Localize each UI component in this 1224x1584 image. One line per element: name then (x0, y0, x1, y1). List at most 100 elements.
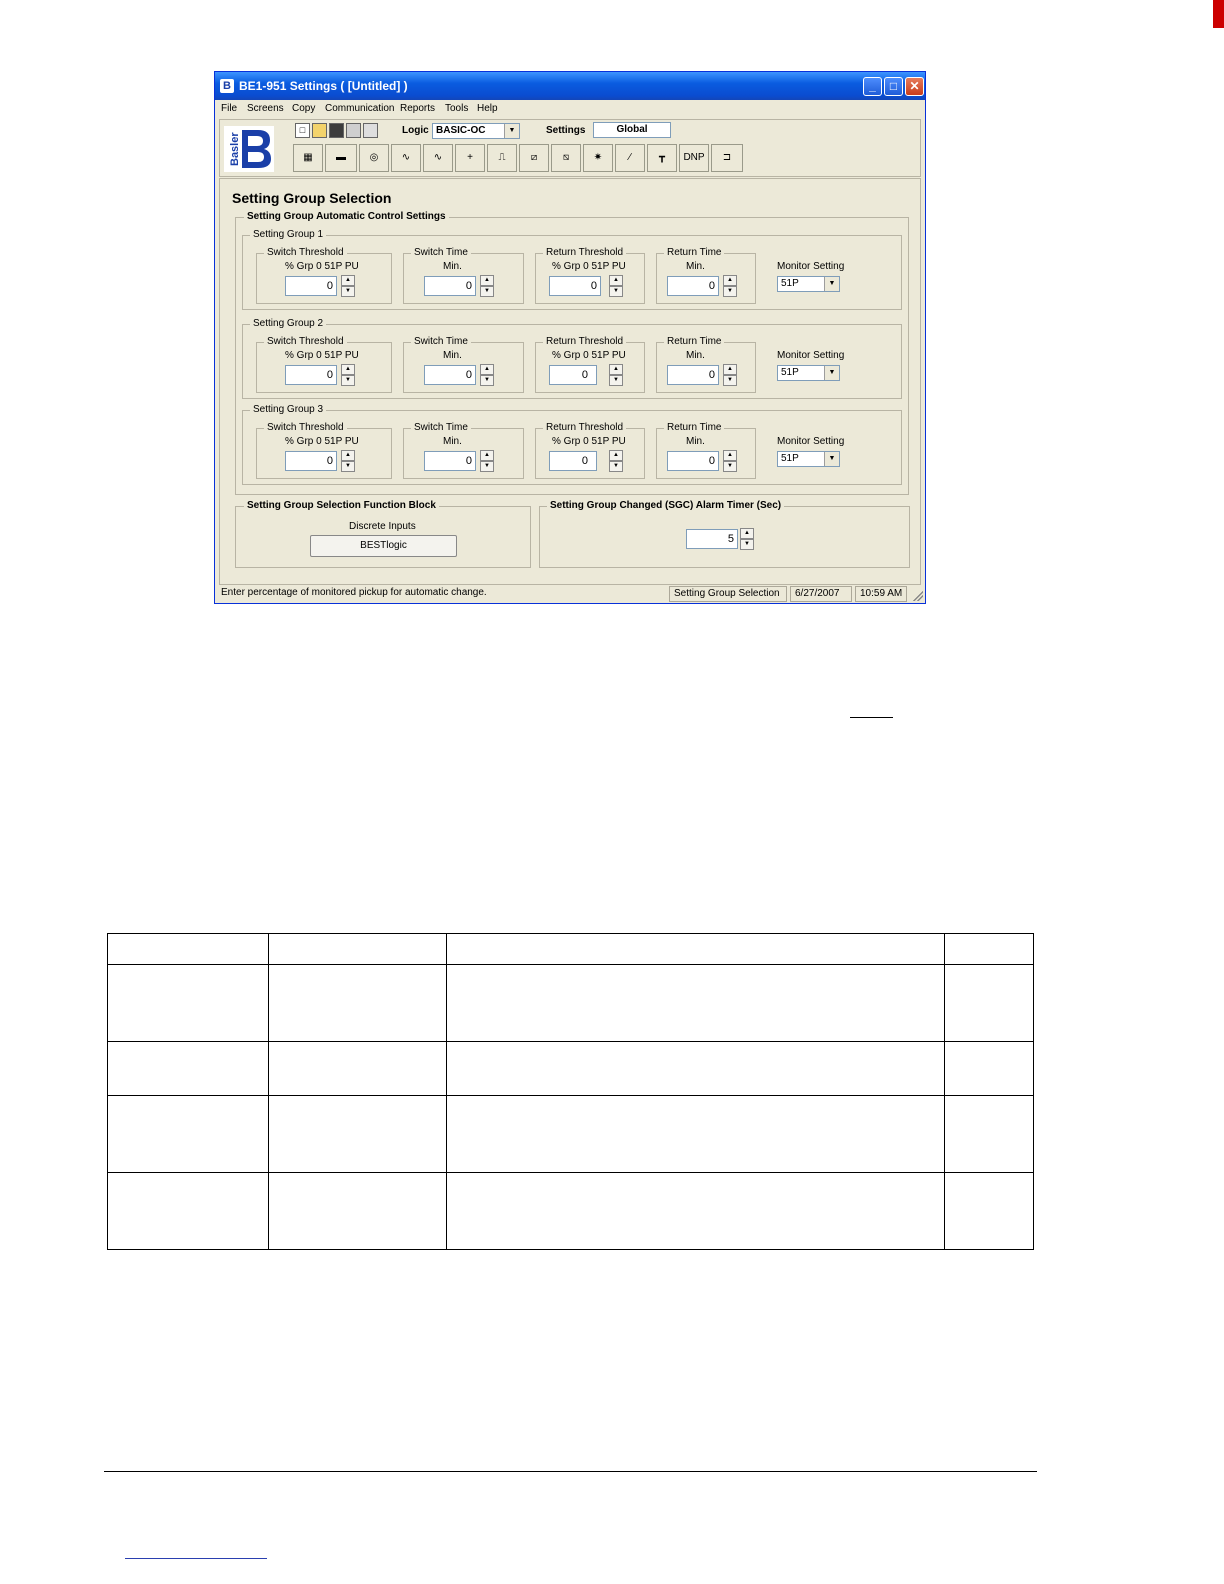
switch-time-spinner[interactable]: ▲ ▼ (480, 450, 494, 472)
new-file-icon[interactable]: □ (295, 123, 310, 138)
auto-control-title: Setting Group Automatic Control Settings (244, 211, 449, 222)
breaker-monitoring-icon[interactable]: ⎍ (487, 144, 517, 172)
monitor-setting-dropdown[interactable]: 51P ▼ (777, 365, 840, 381)
switch-threshold-input[interactable]: 0 (285, 451, 337, 471)
chevron-down-icon: ▼ (824, 277, 839, 291)
table-cell (446, 1095, 945, 1173)
switch-time-spinner[interactable]: ▲ ▼ (480, 275, 494, 297)
title-bar[interactable]: B BE1-951 Settings ( [Untitled] ) _ □ ✕ (215, 72, 925, 100)
table-cell (446, 1172, 945, 1250)
return-threshold-unit: % Grp 0 51P PU (552, 261, 626, 272)
minimize-button[interactable]: _ (863, 77, 882, 96)
dnp-button[interactable]: DNP (679, 144, 709, 172)
resize-grip-icon[interactable] (913, 591, 923, 601)
switch-threshold-unit: % Grp 0 51P PU (285, 350, 359, 361)
switch-time-input[interactable]: 0 (424, 365, 476, 385)
document-underline (850, 717, 893, 718)
return-time-input[interactable]: 0 (667, 451, 719, 471)
return-threshold-unit: % Grp 0 51P PU (552, 350, 626, 361)
switch-time-input[interactable]: 0 (424, 451, 476, 471)
app-window: B BE1-951 Settings ( [Untitled] ) _ □ ✕ … (214, 71, 926, 604)
virtual-switch-icon[interactable]: ⧄ (519, 144, 549, 172)
setting-group-1-title: Setting Group 1 (250, 229, 327, 240)
return-threshold-input[interactable]: 0 (549, 276, 601, 296)
switch-threshold-input[interactable]: 0 (285, 365, 337, 385)
logo-text: Basler (229, 132, 241, 166)
settings-label: Settings (546, 125, 586, 136)
return-threshold-spinner[interactable]: ▲ ▼ (609, 364, 623, 386)
table-cell (107, 1172, 269, 1250)
discrete-inputs-label: Discrete Inputs (349, 521, 416, 532)
return-time-spinner[interactable]: ▲ ▼ (723, 364, 737, 386)
monitor-setting-value: 51P (781, 367, 799, 378)
breaker-failure-icon[interactable]: ∕ (615, 144, 645, 172)
return-threshold-spinner[interactable]: ▲ ▼ (609, 450, 623, 472)
switch-threshold-spinner[interactable]: ▲ ▼ (341, 450, 355, 472)
print-icon[interactable] (346, 123, 361, 138)
switch-threshold-spinner[interactable]: ▲ ▼ (341, 275, 355, 297)
menu-screens[interactable]: Screens (247, 103, 284, 114)
monitor-setting-dropdown[interactable]: 51P ▼ (777, 276, 840, 292)
chevron-down-icon: ▼ (504, 124, 519, 138)
monitor-setting-label: Monitor Setting (777, 261, 845, 272)
alarm-timer-input[interactable]: 5 (686, 529, 738, 549)
monitor-setting-dropdown[interactable]: 51P ▼ (777, 451, 840, 467)
switch-threshold-title: Switch Threshold (264, 247, 347, 258)
alarm-icon[interactable]: ✷ (583, 144, 613, 172)
menu-reports[interactable]: Reports (400, 103, 435, 114)
monitor-setting-label: Monitor Setting (777, 350, 845, 361)
maximize-button[interactable]: □ (884, 77, 903, 96)
properties-icon[interactable] (363, 123, 378, 138)
alarm-timer-title: Setting Group Changed (SGC) Alarm Timer … (547, 500, 785, 511)
general-settings-icon[interactable]: ▦ (293, 144, 323, 172)
setting-group-3-title: Setting Group 3 (250, 404, 327, 415)
table-cell (107, 1041, 269, 1096)
save-icon[interactable] (329, 123, 344, 138)
menu-tools[interactable]: Tools (445, 103, 468, 114)
open-folder-icon[interactable] (312, 123, 327, 138)
menu-communication[interactable]: Communication (325, 103, 394, 114)
table-cell (268, 933, 447, 965)
switch-time-unit: Min. (443, 261, 462, 272)
return-time-spinner[interactable]: ▲ ▼ (723, 275, 737, 297)
menu-file[interactable]: File (221, 103, 237, 114)
return-time-spinner[interactable]: ▲ ▼ (723, 450, 737, 472)
switch-time-spinner[interactable]: ▲ ▼ (480, 364, 494, 386)
return-time-input[interactable]: 0 (667, 276, 719, 296)
bestlogic-button[interactable]: BESTlogic (310, 535, 457, 557)
return-threshold-spinner[interactable]: ▲ ▼ (609, 275, 623, 297)
return-time-title: Return Time (664, 422, 725, 433)
switch-threshold-input[interactable]: 0 (285, 276, 337, 296)
menu-copy[interactable]: Copy (292, 103, 315, 114)
setting-groups-icon[interactable]: ◎ (359, 144, 389, 172)
logic-value: BASIC-OC (436, 125, 486, 136)
status-date: 6/27/2007 (790, 586, 852, 602)
communications-icon[interactable]: ▬ (325, 144, 357, 172)
footer-divider (104, 1471, 1037, 1472)
status-bar: Enter percentage of monitored pickup for… (215, 585, 925, 603)
logic-dropdown[interactable]: BASIC-OC ▼ (432, 123, 520, 139)
return-threshold-input[interactable]: 0 (549, 451, 597, 471)
voltage-protection-icon[interactable]: ∿ (423, 144, 453, 172)
reclosing-icon[interactable]: + (455, 144, 485, 172)
return-threshold-title: Return Threshold (543, 422, 627, 433)
window-title: BE1-951 Settings ( [Untitled] ) (239, 79, 408, 93)
footer-link-underline (125, 1558, 267, 1559)
table-cell (446, 933, 945, 965)
current-protection-icon[interactable]: ∿ (391, 144, 421, 172)
logic-gate-icon[interactable]: ⊐ (711, 144, 743, 172)
table-cell (268, 964, 447, 1042)
switch-time-input[interactable]: 0 (424, 276, 476, 296)
return-threshold-unit: % Grp 0 51P PU (552, 436, 626, 447)
setting-group-2-title: Setting Group 2 (250, 318, 327, 329)
monitor-setting-label: Monitor Setting (777, 436, 845, 447)
return-time-input[interactable]: 0 (667, 365, 719, 385)
return-threshold-input[interactable]: 0 (549, 365, 597, 385)
settings-field[interactable]: Global (593, 122, 671, 138)
trip-coil-icon[interactable]: ┳ (647, 144, 677, 172)
switch-threshold-spinner[interactable]: ▲ ▼ (341, 364, 355, 386)
menu-help[interactable]: Help (477, 103, 498, 114)
alarm-timer-spinner[interactable]: ▲ ▼ (740, 528, 754, 550)
timers-icon[interactable]: ⧅ (551, 144, 581, 172)
close-button[interactable]: ✕ (905, 77, 924, 96)
